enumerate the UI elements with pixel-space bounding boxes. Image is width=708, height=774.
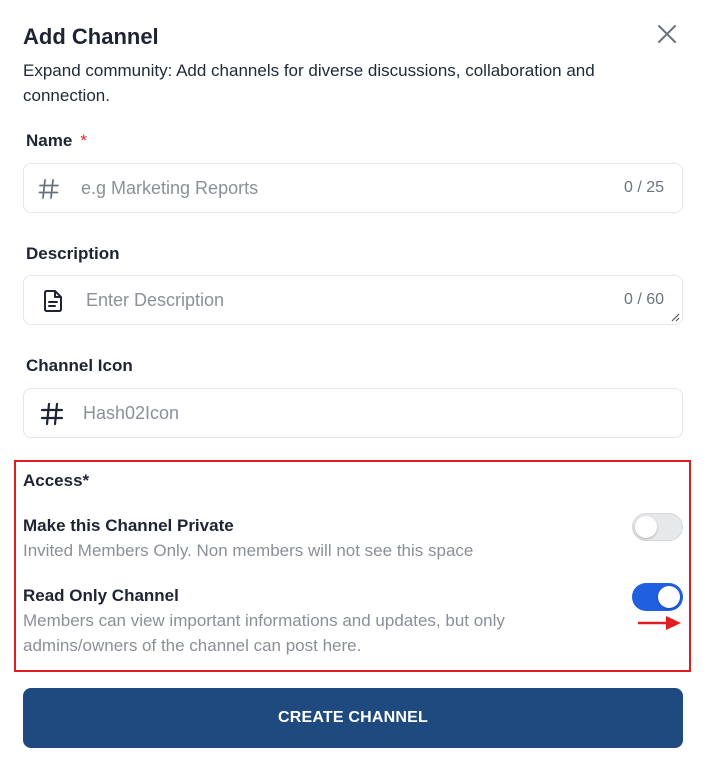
name-counter: 0 / 25 — [623, 179, 664, 196]
close-icon[interactable] — [655, 22, 679, 46]
create-channel-button[interactable]: CREATE CHANNEL — [23, 688, 683, 748]
required-mark: * — [80, 131, 87, 150]
description-label: Description — [26, 244, 120, 263]
hash-icon — [38, 179, 59, 199]
arrow-right-icon — [638, 616, 681, 630]
read-only-option-title: Read Only Channel — [23, 586, 179, 605]
access-title: Access* — [23, 471, 90, 490]
resize-handle-icon[interactable] — [670, 312, 680, 322]
hash-icon — [40, 402, 64, 426]
description-counter: 0 / 60 — [623, 291, 664, 308]
private-toggle[interactable] — [632, 513, 683, 541]
read-only-option-description: Members can view important informations … — [23, 611, 505, 655]
channel-icon-value: Hash02Icon — [83, 403, 180, 423]
document-icon — [44, 290, 62, 312]
private-option-title: Make this Channel Private — [23, 516, 234, 535]
name-label: Name * — [26, 131, 87, 150]
name-placeholder: e.g Marketing Reports — [81, 178, 259, 198]
read-only-toggle[interactable] — [632, 583, 683, 611]
dialog-subtitle: Expand community: Add channels for diver… — [23, 61, 595, 105]
toggle-knob — [658, 586, 680, 608]
toggle-knob — [635, 516, 657, 538]
channel-icon-select[interactable]: Hash02Icon — [23, 388, 683, 438]
channel-icon-label: Channel Icon — [26, 356, 133, 375]
description-input[interactable]: Enter Description 0 / 60 — [23, 275, 683, 325]
dialog-title: Add Channel — [23, 24, 159, 49]
description-placeholder: Enter Description — [86, 290, 225, 310]
name-input[interactable]: e.g Marketing Reports 0 / 25 — [23, 163, 683, 213]
private-option-description: Invited Members Only. Non members will n… — [23, 541, 474, 560]
